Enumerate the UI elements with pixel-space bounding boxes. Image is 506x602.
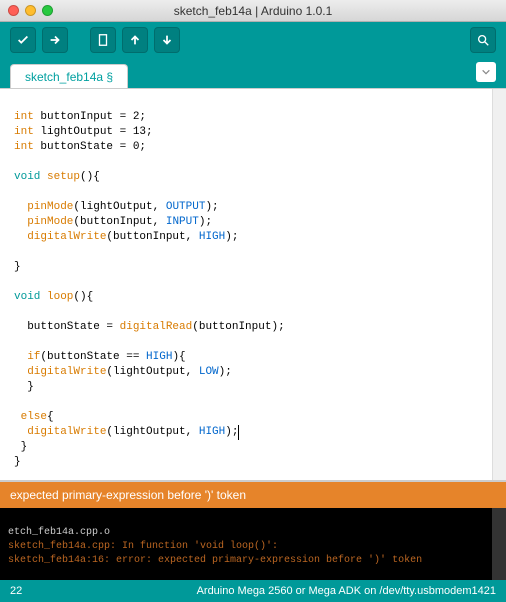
line-number: 22 xyxy=(10,585,22,597)
arrow-up-icon xyxy=(128,33,142,47)
traffic-lights xyxy=(8,5,53,16)
code-token: (buttonInput, xyxy=(73,216,165,228)
maximize-icon[interactable] xyxy=(42,5,53,16)
open-button[interactable] xyxy=(122,27,148,53)
close-icon[interactable] xyxy=(8,5,19,16)
code-token: (buttonInput); xyxy=(192,321,284,333)
tab-sketch[interactable]: sketch_feb14a § xyxy=(10,64,128,88)
code-token: if xyxy=(14,351,40,363)
tab-menu-button[interactable] xyxy=(476,62,496,82)
code-token: (){ xyxy=(73,291,93,303)
status-bar: 22 Arduino Mega 2560 or Mega ADK on /dev… xyxy=(0,580,506,602)
code-token: void xyxy=(14,171,40,183)
code-token: INPUT xyxy=(166,216,199,228)
code-token: digitalRead xyxy=(120,321,193,333)
code-token: (buttonState == xyxy=(40,351,146,363)
file-icon xyxy=(96,33,110,47)
error-message: expected primary-expression before ')' t… xyxy=(10,488,246,502)
code-token: { xyxy=(47,411,54,423)
error-bar: expected primary-expression before ')' t… xyxy=(0,482,506,508)
arrow-right-icon xyxy=(48,33,62,47)
chevron-down-icon xyxy=(481,67,491,77)
code-token: loop xyxy=(40,291,73,303)
console-line: sketch_feb14a:16: error: expected primar… xyxy=(8,555,422,566)
code-token: (lightOutput, xyxy=(106,426,198,438)
tab-label: sketch_feb14a § xyxy=(25,70,113,84)
console-scrollbar[interactable] xyxy=(492,508,506,580)
window-title: sketch_feb14a | Arduino 1.0.1 xyxy=(0,4,506,18)
console-output[interactable]: etch_feb14a.cpp.o sketch_feb14a.cpp: In … xyxy=(0,508,506,580)
verify-button[interactable] xyxy=(10,27,36,53)
code-token: lightOutput = 13; xyxy=(34,126,153,138)
arrow-down-icon xyxy=(160,33,174,47)
code-token: ); xyxy=(225,425,239,440)
console-line: etch_feb14a.cpp.o xyxy=(8,527,110,538)
code-token: buttonState = xyxy=(14,321,120,333)
code-token: ); xyxy=(225,231,238,243)
code-editor[interactable]: int buttonInput = 2; int lightOutput = 1… xyxy=(0,88,506,482)
code-token: pinMode xyxy=(14,216,73,228)
code-token: int xyxy=(14,111,34,123)
toolbar xyxy=(0,22,506,58)
magnifier-icon xyxy=(476,33,490,47)
upload-button[interactable] xyxy=(42,27,68,53)
code-token: digitalWrite xyxy=(14,366,106,378)
code-token: ); xyxy=(219,366,232,378)
board-info: Arduino Mega 2560 or Mega ADK on /dev/tt… xyxy=(197,585,496,597)
code-token: int xyxy=(14,141,34,153)
code-token: pinMode xyxy=(14,201,73,213)
code-token: void xyxy=(14,291,40,303)
code-token: HIGH xyxy=(199,426,225,438)
code-token: buttonInput = 2; xyxy=(34,111,146,123)
code-token: (buttonInput, xyxy=(106,231,198,243)
window-titlebar: sketch_feb14a | Arduino 1.0.1 xyxy=(0,0,506,22)
code-token: digitalWrite xyxy=(14,426,106,438)
editor-scrollbar[interactable] xyxy=(492,89,506,480)
code-token: HIGH xyxy=(146,351,172,363)
minimize-icon[interactable] xyxy=(25,5,36,16)
code-token: digitalWrite xyxy=(14,231,106,243)
code-token: ); xyxy=(205,201,218,213)
code-token: ); xyxy=(199,216,212,228)
new-button[interactable] xyxy=(90,27,116,53)
code-token: } xyxy=(14,261,21,273)
code-token: HIGH xyxy=(199,231,225,243)
console-line: sketch_feb14a.cpp: In function 'void loo… xyxy=(8,541,278,552)
code-token: OUTPUT xyxy=(166,201,206,213)
code-token: ){ xyxy=(172,351,185,363)
code-token: int xyxy=(14,126,34,138)
code-token: (lightOutput, xyxy=(106,366,198,378)
check-icon xyxy=(16,33,30,47)
code-token: (lightOutput, xyxy=(73,201,165,213)
code-token: buttonState = 0; xyxy=(34,141,146,153)
code-token: } xyxy=(14,441,27,453)
save-button[interactable] xyxy=(154,27,180,53)
code-token: setup xyxy=(40,171,80,183)
code-token: else xyxy=(14,411,47,423)
serial-monitor-button[interactable] xyxy=(470,27,496,53)
code-token: } xyxy=(14,381,34,393)
tab-bar: sketch_feb14a § xyxy=(0,58,506,88)
code-token: LOW xyxy=(199,366,219,378)
code-token: (){ xyxy=(80,171,100,183)
code-token: } xyxy=(14,456,21,468)
